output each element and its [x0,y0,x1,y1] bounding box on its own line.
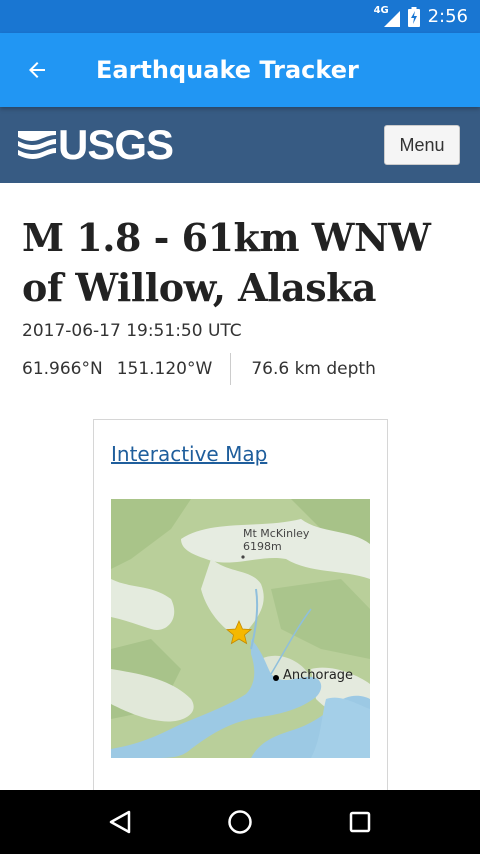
back-button[interactable] [0,33,74,107]
menu-button[interactable]: Menu [384,125,460,165]
map-card: Interactive Map Anchorage Mt McKinley 61… [93,419,388,819]
signal-icon [383,10,400,27]
event-timestamp: 2017-06-17 19:51:50 UTC [22,321,242,341]
map-peak-elevation: 6198m [243,540,282,553]
nav-home-button[interactable] [210,792,270,852]
screen: 4G 2:56 Earthquake Tracker USGS Menu M 1… [0,0,480,854]
map-city-label: Anchorage [283,668,353,683]
event-title: M 1.8 - 61km WNW of Willow, Alaska [22,215,431,310]
usgs-header: USGS Menu [0,107,480,183]
event-content: M 1.8 - 61km WNW of Willow, Alaska 2017-… [0,183,480,385]
app-title: Earthquake Tracker [96,56,359,84]
usgs-logo[interactable]: USGS [18,121,174,169]
clock: 2:56 [427,6,468,27]
map-graphic: Anchorage Mt McKinley 6198m [111,499,370,758]
event-latitude: 61.966°N [22,359,103,379]
nav-recents-button[interactable] [330,792,390,852]
network-indicator: 4G [374,5,400,27]
nav-back-button[interactable] [90,792,150,852]
status-bar: 4G 2:56 [0,0,480,33]
arrow-left-icon [29,62,45,78]
map-peak-label: Mt McKinley [243,527,310,540]
event-depth: 76.6 km depth [251,359,376,379]
system-nav-bar [0,790,480,854]
usgs-wave-icon [18,131,56,159]
usgs-logo-text: USGS [58,121,174,168]
interactive-map-link[interactable]: Interactive Map [111,442,267,466]
circle-home-icon [228,810,252,834]
app-bar: Earthquake Tracker [0,33,480,107]
battery-charging-icon [407,6,420,27]
triangle-back-icon [109,810,131,834]
event-meta: 61.966°N 151.120°W 76.6 km depth [22,353,458,385]
event-coordinates: 61.966°N 151.120°W [22,353,232,385]
event-longitude: 151.120°W [116,359,213,379]
square-recents-icon [349,811,371,833]
map-image[interactable]: Anchorage Mt McKinley 6198m [111,499,370,758]
